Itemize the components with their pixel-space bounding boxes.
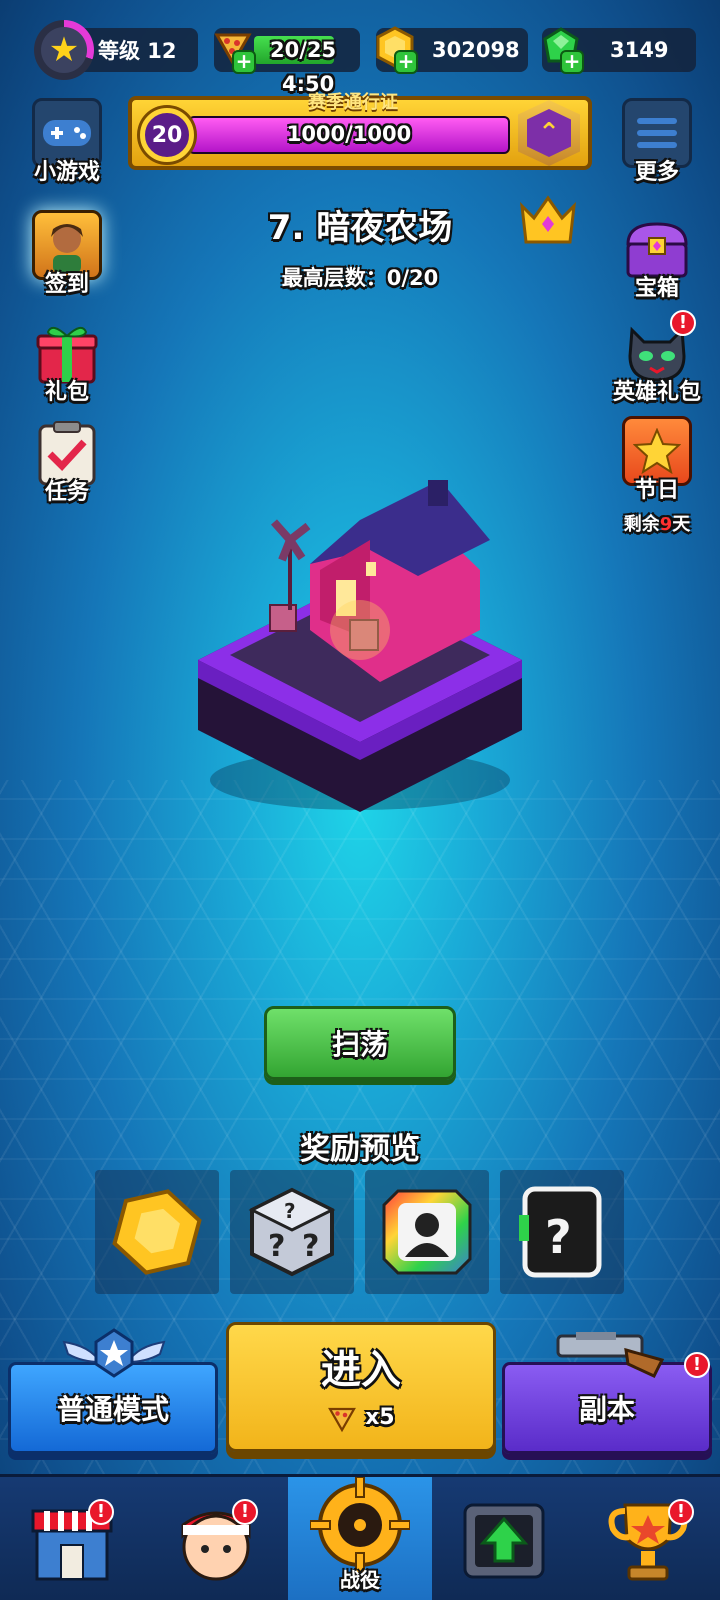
- gift-pack-button[interactable]: 礼包: [12, 318, 122, 406]
- gem-value: 3149: [610, 38, 669, 62]
- reward-slot-dice[interactable]: ???: [230, 1170, 354, 1294]
- hero-pack-label: 英雄礼包: [612, 380, 701, 405]
- reward-slot-hero[interactable]: [365, 1170, 489, 1294]
- reward-preview-title: 奖励预览: [300, 1132, 420, 1167]
- pizza-icon: [328, 1407, 357, 1433]
- season-pass-progress-text: 1000/1000: [286, 122, 412, 146]
- level-avatar[interactable]: ★: [34, 20, 94, 80]
- gold-value: 302098: [432, 38, 520, 62]
- level-label: 等级 12: [98, 39, 177, 63]
- sweep-button[interactable]: 扫荡: [264, 1006, 456, 1080]
- season-pass-level: 20: [140, 108, 194, 162]
- season-pass-progress: 1000/1000: [188, 116, 510, 154]
- festival-remaining-suffix: 天: [672, 514, 691, 535]
- winged-emblem-icon: [60, 1328, 168, 1380]
- star-icon: ★: [41, 27, 87, 73]
- enter-label: 进入: [321, 1347, 401, 1393]
- festival-remaining: 剩余9天: [602, 510, 712, 536]
- more-label: 更多: [634, 160, 679, 185]
- enter-cost-value: x5: [365, 1405, 395, 1430]
- heroes-alert-badge: !: [232, 1499, 258, 1525]
- gold-pill[interactable]: + 302098: [376, 26, 528, 74]
- nav-shop[interactable]: !: [0, 1477, 144, 1600]
- add-energy-button[interactable]: +: [232, 50, 256, 74]
- more-button[interactable]: 更多: [602, 98, 712, 186]
- mystery-card-icon: ?: [519, 1186, 602, 1278]
- dungeon-label: 副本: [578, 1393, 635, 1426]
- energy-value: 20/25: [270, 38, 337, 62]
- quests-label: 任务: [44, 480, 89, 505]
- gem-pill[interactable]: + 3149: [542, 27, 696, 74]
- add-gem-button[interactable]: +: [560, 50, 584, 74]
- reward-slot-gold[interactable]: [95, 1170, 219, 1294]
- stage-title: 7. 暗夜农场: [267, 208, 453, 248]
- nav-leaderboard[interactable]: !: [576, 1477, 720, 1600]
- gold-coin-icon: [112, 1189, 202, 1275]
- hero-pack-alert-badge: !: [670, 310, 696, 336]
- hero-pack-button[interactable]: 英雄礼包 !: [598, 310, 716, 406]
- add-gold-button[interactable]: +: [394, 50, 418, 74]
- rank-chevron-icon: ⌃: [518, 100, 580, 166]
- mystery-dice-icon: ???: [248, 1187, 336, 1277]
- svg-text:?: ?: [545, 1210, 572, 1264]
- mini-game-button[interactable]: 小游戏: [12, 98, 122, 186]
- hero-silhouette-icon: [382, 1189, 472, 1275]
- reward-slot-card[interactable]: ?: [500, 1170, 624, 1294]
- svg-text:?: ?: [268, 1229, 285, 1264]
- gift-pack-label: 礼包: [44, 380, 89, 405]
- enter-cost: x5: [229, 1403, 493, 1433]
- energy-pill[interactable]: + 20/25: [214, 28, 360, 74]
- campaign-icon: [310, 1477, 410, 1573]
- enter-button[interactable]: 进入 x5: [226, 1322, 496, 1452]
- nav-heroes[interactable]: !: [144, 1477, 288, 1600]
- festival-remaining-prefix: 剩余: [623, 514, 660, 535]
- svg-text:?: ?: [302, 1229, 319, 1264]
- mini-game-label: 小游戏: [33, 160, 100, 185]
- shop-alert-badge: !: [88, 1499, 114, 1525]
- stage-island[interactable]: [190, 460, 530, 820]
- leaderboard-alert-badge: !: [668, 1499, 694, 1525]
- season-pass-title: 赛季通行证: [308, 92, 398, 113]
- gun-icon: [556, 1330, 668, 1378]
- bottom-nav: ! ! 战役 !: [0, 1474, 720, 1600]
- crown-icon[interactable]: [518, 192, 578, 248]
- upgrade-icon: [463, 1503, 545, 1579]
- nav-campaign-label: 战役: [340, 1568, 380, 1592]
- dungeon-alert-badge: !: [684, 1352, 710, 1378]
- nav-upgrade[interactable]: [432, 1477, 576, 1600]
- festival-label: 节日: [634, 478, 679, 503]
- festival-remaining-days: 9: [659, 514, 673, 535]
- nav-campaign[interactable]: 战役: [288, 1477, 432, 1600]
- svg-text:?: ?: [284, 1199, 296, 1223]
- festival-button[interactable]: 节日 剩余9天: [602, 416, 712, 536]
- stage-floor-record: 最高层数：0/20: [281, 266, 439, 290]
- normal-mode-label: 普通模式: [56, 1393, 169, 1426]
- quests-button[interactable]: 任务: [12, 418, 122, 506]
